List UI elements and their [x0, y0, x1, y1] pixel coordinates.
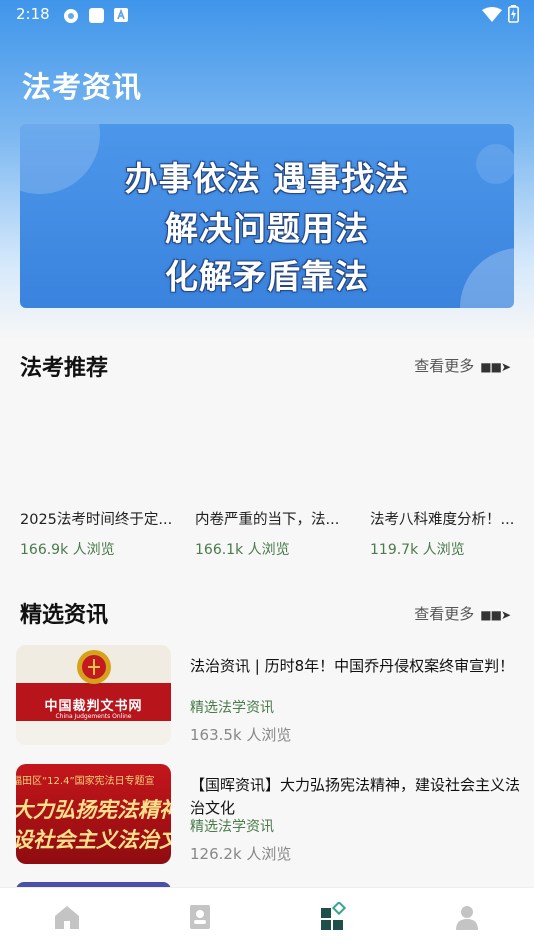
recommend-thumbnail [370, 400, 530, 496]
recommend-card[interactable]: 内卷严重的当下，法... 166.1k 人浏览 [195, 400, 355, 559]
recommend-section-title: 法考推荐 [20, 356, 109, 381]
status-time: 2:18 [16, 5, 50, 23]
news-tag: 精选法学资讯 [190, 700, 274, 716]
person-icon[interactable] [452, 902, 482, 932]
square-notification-icon [89, 8, 104, 23]
recommend-card[interactable]: 法考八科难度分析！... 119.7k 人浏览 [370, 400, 520, 559]
thumbnail-slogan: 大力弘扬宪法精神 [16, 798, 171, 822]
news-title: 【国晖资讯】大力弘扬宪法精神，建设社会主义法治文化 [190, 776, 521, 817]
banner-line-1: 办事依法 遇事找法 [124, 159, 410, 198]
bottom-tab-bar [0, 887, 534, 951]
banner-line-3: 化解矛盾靠法 [165, 257, 369, 296]
thumbnail-caption: 福田区“12.4”国家宪法日专题宣 [16, 776, 155, 787]
recommend-card-title: 2025法考时间终于定... [20, 512, 173, 528]
page-title: 法考资讯 [22, 70, 143, 104]
arrow-right-icon: ■■➤ [480, 608, 511, 622]
thumbnail-caption: 中国裁判文书网 [44, 699, 143, 714]
recommend-card-title: 法考八科难度分析！... [370, 512, 515, 528]
news-list-item[interactable]: 中国裁判文书网 China Judgements Online 法治资讯 | 历… [0, 645, 534, 755]
news-thumbnail: 中国裁判文书网 China Judgements Online [16, 645, 171, 745]
thumbnail-slogan-2: 设社会主义法治文 [16, 828, 171, 852]
news-list-item[interactable]: 福田区“12.4”国家宪法日专题宣 大力弘扬宪法精神 设社会主义法治文 【国晖资… [0, 764, 534, 874]
recommend-card-views: 166.1k 人浏览 [195, 542, 290, 558]
more-label: 查看更多 [414, 357, 475, 375]
featured-section-title: 精选资讯 [20, 603, 109, 628]
news-views: 163.5k 人浏览 [190, 726, 292, 744]
home-icon[interactable] [52, 902, 82, 932]
recommend-card[interactable]: 2025法考时间终于定... 166.9k 人浏览 [20, 400, 180, 559]
news-thumbnail: 福田区“12.4”国家宪法日专题宣 大力弘扬宪法精神 设社会主义法治文 [16, 764, 171, 864]
news-views: 126.2k 人浏览 [190, 845, 292, 863]
battery-icon [508, 5, 519, 23]
featured-more-link[interactable]: 查看更多 ■■➤ [414, 603, 511, 624]
grid-icon[interactable] [318, 902, 348, 932]
recommend-card-views: 166.9k 人浏览 [20, 542, 115, 558]
more-label: 查看更多 [414, 605, 475, 623]
thumbnail-subcaption: China Judgements Online [55, 713, 132, 720]
news-tag: 精选法学资讯 [190, 819, 274, 835]
status-bar: 2:18 [0, 0, 534, 28]
wifi-icon [482, 7, 502, 22]
book-icon[interactable] [185, 902, 215, 932]
promo-banner[interactable]: 办事依法 遇事找法 解决问题用法 化解矛盾靠法 [20, 124, 514, 308]
recommend-more-link[interactable]: 查看更多 ■■➤ [414, 355, 511, 376]
app-notification-icon [64, 9, 78, 23]
arrow-right-icon: ■■➤ [480, 360, 511, 374]
recommend-thumbnail [20, 400, 180, 496]
recommend-card-title: 内卷严重的当下，法... [195, 512, 340, 528]
a-notification-icon [114, 8, 128, 22]
news-title: 法治资讯 | 历时8年！中国乔丹侵权案终审宣判！ [190, 657, 515, 675]
banner-line-2: 解决问题用法 [165, 209, 369, 248]
recommend-thumbnail [195, 400, 355, 496]
recommend-card-views: 119.7k 人浏览 [370, 542, 465, 558]
